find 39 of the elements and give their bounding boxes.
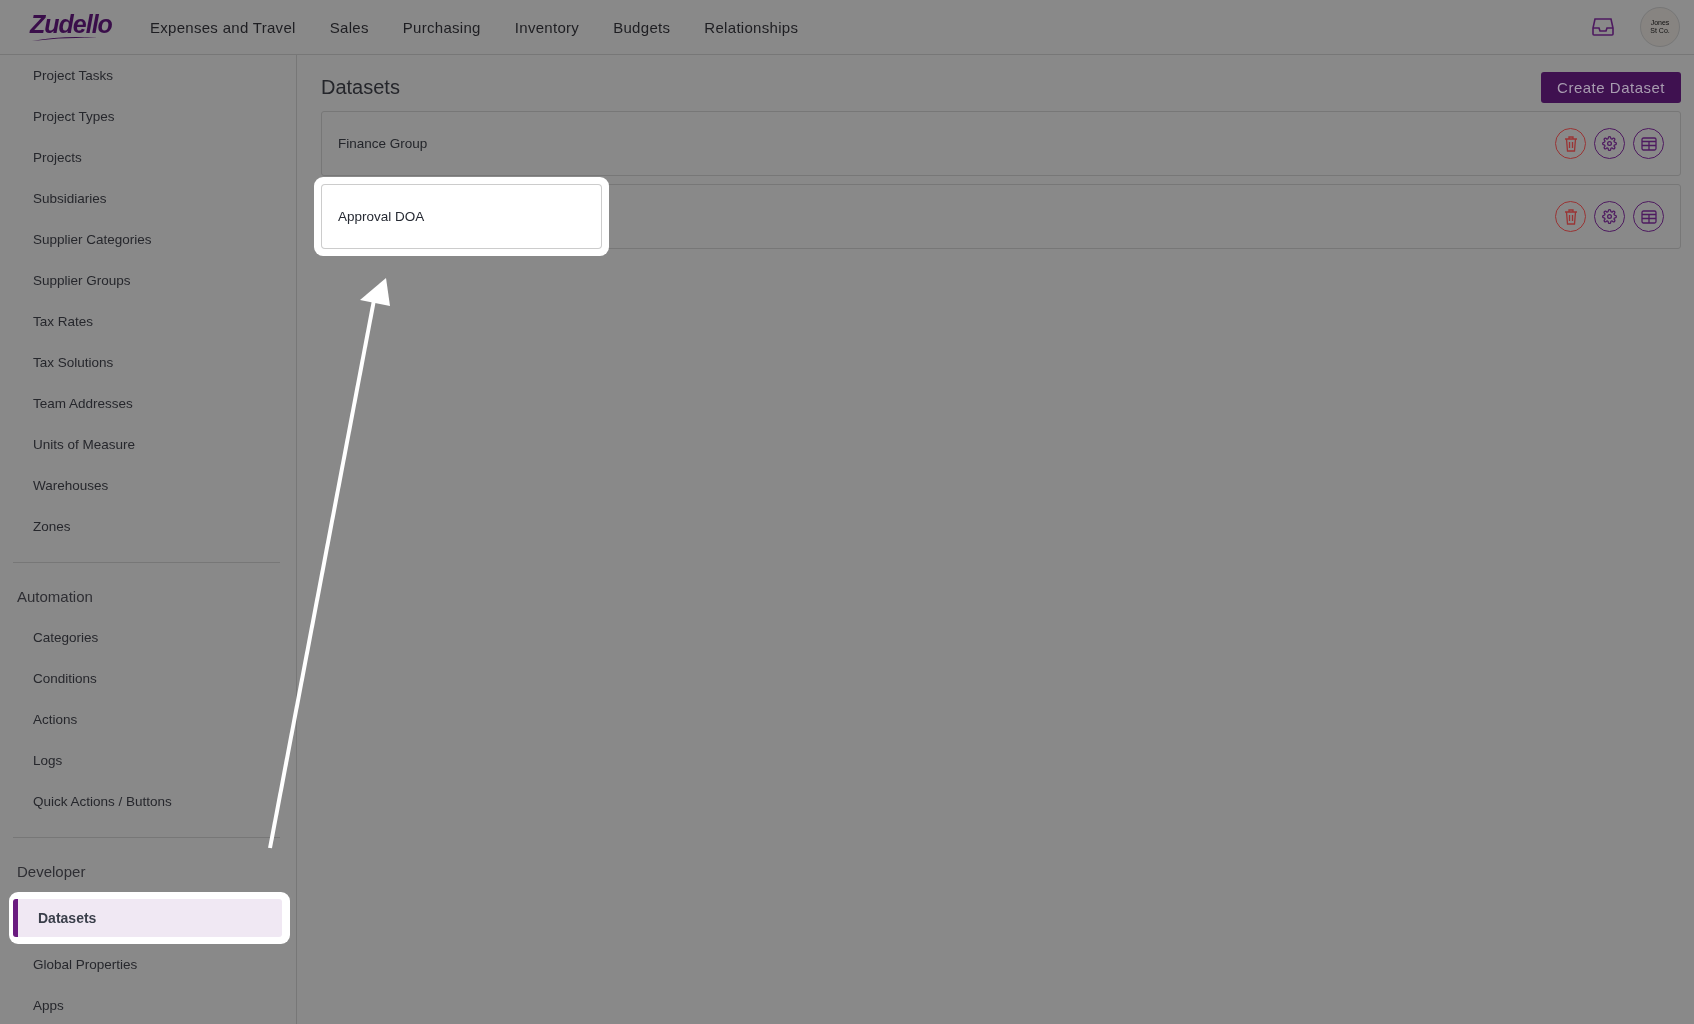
table-icon [1640,136,1657,151]
sidebar-item[interactable]: Quick Actions / Buttons [13,781,280,822]
inbox-icon[interactable] [1592,17,1614,37]
sidebar-item[interactable]: Actions [13,699,280,740]
sidebar-heading: Developer [16,862,87,882]
sidebar-item[interactable]: Supplier Categories [13,219,280,260]
sidebar-item[interactable]: Tax Solutions [13,342,280,383]
logo[interactable]: Zudello [30,12,112,36]
sidebar-item[interactable]: Tax Rates [13,301,280,342]
nav-link[interactable]: Purchasing [402,18,481,36]
sidebar-item[interactable]: Supplier Groups [13,260,280,301]
sidebar-item[interactable]: Zones [13,506,280,547]
nav-link[interactable]: Expenses and Travel [149,18,296,36]
sidebar-item[interactable]: Units of Measure [13,424,280,465]
sidebar-item[interactable]: Categories [13,617,280,658]
settings-icon [1602,136,1617,151]
sidebar-item[interactable]: Warehouses [13,465,280,506]
sidebar-item[interactable]: Subsidiaries [13,178,280,219]
create-dataset-button[interactable]: Create Dataset [1541,71,1681,103]
sidebar-item[interactable]: Datasets [13,899,282,937]
sidebar-item[interactable]: Conditions [13,658,280,699]
table-icon [1640,209,1657,224]
settings-icon [1602,209,1617,224]
nav-link[interactable]: Relationships [704,18,799,36]
sidebar-item[interactable]: Logs [13,740,280,781]
sidebar-item[interactable]: Team Addresses [13,383,280,424]
nav-link[interactable]: Sales [329,18,369,36]
page-title: Datasets [321,75,400,99]
sidebar-item[interactable]: Apps [13,985,280,1024]
sidebar-item[interactable]: Project Tasks [13,55,280,96]
sidebar-item[interactable]: Project Types [13,96,280,137]
nav-link[interactable]: Inventory [514,18,580,36]
sidebar-heading: Automation [16,587,94,607]
trash-icon [1563,135,1578,152]
sidebar-item[interactable]: Projects [13,137,280,178]
sidebar-item[interactable]: Global Properties [13,944,280,985]
trash-icon [1563,208,1578,225]
nav-link[interactable]: Budgets [613,18,671,36]
dataset-name[interactable]: Finance Group [322,112,428,175]
